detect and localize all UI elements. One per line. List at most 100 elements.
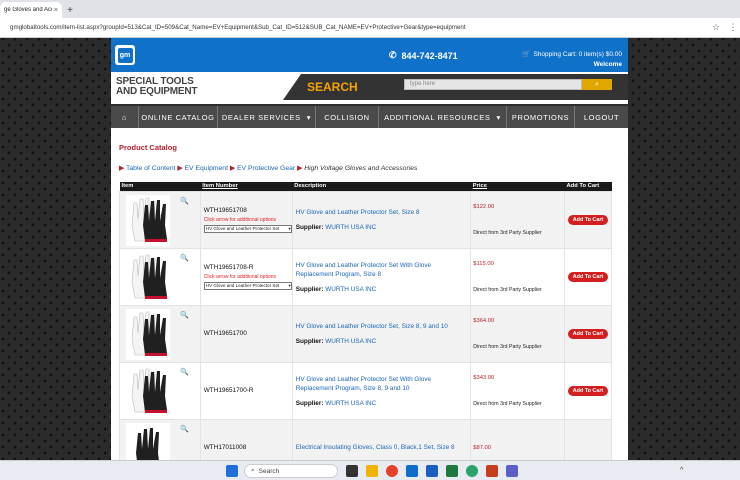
item-number: WTH19651708-R — [203, 263, 254, 271]
breadcrumb-current: High Voltage Gloves and Accessories — [304, 165, 418, 172]
zoom-icon[interactable]: 🔍 — [180, 425, 189, 433]
description-cell: Electrical Insulating Gloves, Class 0, B… — [291, 418, 472, 460]
supplier-link[interactable]: WURTH USA INC — [325, 338, 376, 345]
item-number: WTH19651700 — [203, 330, 247, 337]
col-add-to-cart: Add To Cart — [564, 182, 612, 191]
price: $364.00 — [473, 317, 495, 324]
teams-icon[interactable] — [506, 465, 518, 477]
chevron-down-icon: ▾ — [288, 225, 291, 231]
search-label: SEARCH — [307, 80, 358, 94]
search-input[interactable]: type here — [404, 79, 582, 90]
table-row: 🔍 WTH17011008 Electrical Insulating Glov… — [119, 418, 612, 461]
task-view-icon[interactable] — [346, 465, 358, 477]
supplier: Supplier: WURTH USA INC — [296, 400, 471, 407]
zoom-icon[interactable]: 🔍 — [180, 197, 189, 205]
brand-row: SPECIAL TOOLS AND EQUIPMENT SEARCH type … — [111, 72, 628, 104]
search-icon: ⌕ — [251, 467, 255, 474]
glove-image[interactable] — [126, 422, 170, 461]
direct-supplier-note: Direct from 3rd Party Supplier — [473, 400, 542, 407]
item-image-cell: 🔍 — [119, 247, 201, 306]
taskbar-search-label: Search — [258, 467, 280, 475]
powerpoint-icon[interactable] — [486, 465, 498, 477]
browser-tab[interactable]: ge Gloves and Acces × — [0, 2, 62, 18]
supplier-link[interactable]: WURTH USA INC — [325, 400, 376, 407]
add-to-cart-button[interactable]: Add To Cart — [567, 385, 609, 396]
supplier: Supplier: WURTH USA INC — [296, 286, 471, 293]
breadcrumb-arrow: ▶ — [119, 165, 125, 172]
description-link[interactable]: Electrical Insulating Gloves, Class 0, B… — [296, 444, 455, 451]
item-image-cell: 🔍 — [119, 361, 201, 420]
col-item-number[interactable]: Item Number — [200, 182, 293, 191]
glove-image[interactable] — [126, 194, 170, 246]
item-number-cell: WTH19651700-R — [199, 361, 293, 420]
supplier-link[interactable]: WURTH USA INC — [325, 224, 376, 231]
glove-image[interactable] — [126, 308, 170, 360]
col-price[interactable]: Price — [470, 182, 565, 191]
nav-online-catalog[interactable]: ONLINE CATALOG — [139, 106, 218, 128]
breadcrumb-table-of-content[interactable]: Table of Content — [126, 165, 176, 172]
welcome-text: Welcome — [593, 61, 622, 68]
edge-icon[interactable] — [466, 465, 478, 477]
price-cell: $343.00 Direct from 3rd Party Supplier — [470, 361, 565, 420]
supplier-link[interactable]: WURTH USA INC — [325, 286, 376, 293]
product-table: Item Item Number Description Price Add T… — [119, 182, 612, 460]
description-link[interactable]: HV Glove and Leather Protector Set, Size… — [296, 323, 448, 330]
bookmark-star-icon[interactable]: ☆ — [706, 22, 726, 33]
options-select[interactable]: HV Glove and Leather Protector Set ▾ — [203, 224, 292, 233]
table-row: 🔍 WTH19651700-R HV Glove and Leather Pro… — [119, 361, 612, 420]
gm-logo-text: gm — [117, 47, 133, 63]
supplier-label: Supplier: — [295, 338, 324, 345]
nav-additional-resources[interactable]: ADDITIONAL RESOURCES ▾ — [379, 106, 507, 128]
breadcrumb-ev-protective-gear[interactable]: EV Protective Gear — [237, 165, 295, 172]
cart-text[interactable]: Shopping Cart: 0 item(s) $0.00 — [533, 51, 622, 58]
add-to-cart-button[interactable]: Add To Cart — [567, 214, 609, 225]
description-link[interactable]: HV Glove and Leather Protector Set With … — [296, 262, 431, 278]
breadcrumb-arrow: ▶ — [177, 165, 183, 172]
file-explorer-icon[interactable] — [366, 465, 378, 477]
home-icon[interactable]: ⌂ — [111, 106, 139, 128]
search-button[interactable]: ⌕ — [582, 79, 612, 90]
glove-image[interactable] — [126, 251, 170, 303]
options-select[interactable]: HV Glove and Leather Protector Set ▾ — [203, 281, 292, 290]
excel-icon[interactable] — [446, 465, 458, 477]
add-to-cart-button[interactable]: Add To Cart — [567, 328, 609, 339]
browser-menu-icon[interactable]: ⋮ — [726, 22, 740, 33]
word-icon[interactable] — [426, 465, 438, 477]
price: $87.00 — [473, 444, 491, 451]
zoom-icon[interactable]: 🔍 — [180, 254, 189, 262]
nav-logout[interactable]: LOGOUT — [575, 106, 628, 128]
top-bar: gm ✆ 844-742-8471 🛒 Shopping Cart: 0 item… — [111, 38, 628, 72]
zoom-icon[interactable]: 🔍 — [180, 368, 189, 376]
glove-image[interactable] — [126, 365, 170, 417]
item-image-cell: 🔍 — [119, 418, 201, 461]
item-number-cell: WTH19651700 — [199, 304, 293, 363]
breadcrumb-ev-equipment[interactable]: EV Equipment — [185, 165, 228, 172]
tab-title: ge Gloves and Acces — [4, 7, 52, 13]
zoom-icon[interactable]: 🔍 — [180, 311, 189, 319]
nav-promotions[interactable]: PROMOTIONS — [507, 106, 575, 128]
url-text[interactable]: gmglobaltools.com/item-list.aspx?groupId… — [10, 24, 706, 31]
price: $122.00 — [473, 203, 495, 210]
close-tab-icon[interactable]: × — [54, 7, 58, 14]
price: $115.00 — [473, 260, 494, 267]
address-bar[interactable]: gmglobaltools.com/item-list.aspx?groupId… — [0, 18, 740, 38]
direct-supplier-note: Direct from 3rd Party Supplier — [473, 343, 542, 350]
chrome-icon[interactable] — [386, 465, 398, 477]
table-row: 🔍 WTH19651708 Click arrow for additional… — [119, 190, 612, 249]
description-link[interactable]: HV Glove and Leather Protector Set, Size… — [296, 209, 420, 216]
new-tab-icon[interactable]: + — [62, 2, 78, 18]
shopping-cart[interactable]: 🛒 Shopping Cart: 0 item(s) $0.00 Welcome — [522, 50, 622, 69]
table-row: 🔍 WTH19651700 HV Glove and Leather Prote… — [119, 304, 612, 363]
description-link[interactable]: HV Glove and Leather Protector Set With … — [296, 376, 431, 392]
breadcrumb-arrow: ▶ — [229, 165, 236, 172]
supplier: Supplier: WURTH USA INC — [296, 338, 471, 345]
col-item: Item — [119, 182, 201, 191]
nav-dealer-services[interactable]: DEALER SERVICES ▾ — [218, 106, 316, 128]
system-tray-chevron-icon[interactable]: ^ — [680, 467, 683, 474]
windows-start-icon[interactable] — [226, 465, 238, 477]
nav-collision[interactable]: COLLISION — [316, 106, 379, 128]
add-to-cart-button[interactable]: Add To Cart — [567, 271, 609, 282]
taskbar-search[interactable]: ⌕ Search — [244, 464, 338, 478]
gm-logo[interactable]: gm — [115, 45, 135, 65]
outlook-icon[interactable] — [406, 465, 418, 477]
